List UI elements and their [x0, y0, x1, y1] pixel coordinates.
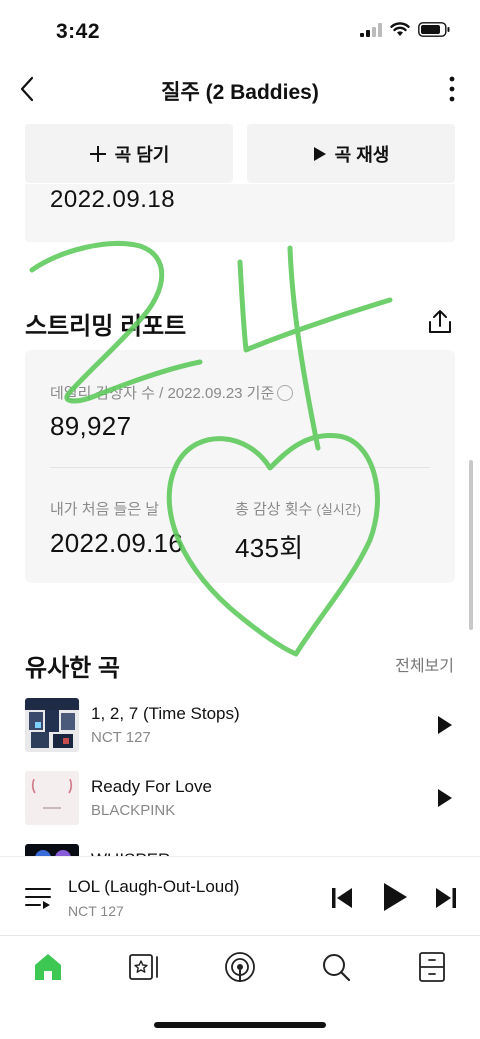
home-indicator	[154, 1022, 326, 1028]
home-icon	[35, 954, 61, 980]
tab-storage[interactable]	[412, 947, 452, 987]
song-artist: BLACKPINK	[91, 802, 176, 819]
tab-search[interactable]	[316, 947, 356, 987]
list-item[interactable]: Ready For Love BLACKPINK	[25, 771, 455, 827]
similar-songs-title: 유사한 곡	[25, 655, 120, 682]
podcast-icon	[225, 952, 255, 982]
status-time: 3:42	[56, 20, 101, 43]
tab-home[interactable]	[28, 947, 68, 987]
action-bar: 곡 담기 곡 재생	[25, 124, 455, 184]
song-title: Ready For Love	[91, 777, 212, 796]
now-playing-title: LOL (Laugh-Out-Loud)	[68, 877, 240, 896]
streaming-report-card: 데일리 감상자 수 / 2022.09.23 기준 89,927 내가 처음 들…	[25, 350, 455, 583]
total-plays-label: 총 감상 횟수 (실시간)	[235, 498, 361, 519]
play-icon[interactable]	[435, 787, 455, 809]
play-icon	[313, 146, 326, 161]
song-artist: NCT 127	[91, 729, 151, 746]
previous-icon[interactable]	[330, 885, 354, 911]
library-icon	[129, 954, 158, 980]
daily-listeners-label: 데일리 감상자 수 / 2022.09.23 기준	[50, 382, 294, 403]
wifi-icon	[390, 22, 410, 36]
info-icon[interactable]	[277, 385, 294, 401]
tab-library[interactable]	[124, 947, 164, 987]
daily-listeners-label-text: 데일리 감상자 수 / 2022.09.23 기준	[50, 385, 275, 402]
mini-player[interactable]: LOL (Laugh-Out-Loud) NCT 127	[0, 856, 480, 936]
first-listen-value: 2022.09.16	[50, 528, 184, 558]
album-art	[25, 698, 79, 752]
realtime-tag: (실시간)	[316, 502, 362, 517]
first-listen-label: 내가 처음 들은 날	[50, 501, 160, 518]
streaming-report-title: 스트리밍 리포트	[25, 313, 187, 340]
total-plays-value: 435회	[235, 533, 304, 563]
tab-bar	[0, 937, 480, 997]
play-song-button[interactable]: 곡 재생	[247, 124, 455, 183]
album-art	[25, 771, 79, 825]
now-playing-artist: NCT 127	[68, 903, 124, 919]
page-title: 질주 (2 Baddies)	[161, 81, 319, 104]
divider	[50, 467, 430, 468]
tab-podcast[interactable]	[220, 947, 260, 987]
share-icon[interactable]	[426, 308, 454, 336]
status-bar: 3:42	[0, 0, 480, 60]
list-item[interactable]: 1, 2, 7 (Time Stops) NCT 127	[25, 698, 455, 754]
nav-bar: 질주 (2 Baddies)	[0, 64, 480, 114]
release-date: 2022.09.18	[50, 186, 176, 213]
status-icons	[360, 22, 450, 37]
see-all-link[interactable]: 전체보기	[395, 652, 454, 676]
add-song-label: 곡 담기	[114, 144, 170, 165]
more-icon[interactable]	[442, 74, 462, 104]
signal-icon	[360, 22, 382, 37]
daily-listeners-value: 89,927	[50, 411, 132, 441]
play-song-label: 곡 재생	[334, 144, 390, 165]
battery-icon	[418, 22, 450, 37]
play-icon[interactable]	[381, 881, 409, 913]
play-icon[interactable]	[435, 714, 455, 736]
add-song-button[interactable]: 곡 담기	[25, 124, 233, 183]
song-title: 1, 2, 7 (Time Stops)	[91, 704, 240, 723]
storage-icon	[419, 952, 445, 982]
search-icon	[323, 954, 351, 982]
scrollbar[interactable]	[469, 460, 473, 630]
next-icon[interactable]	[434, 885, 458, 911]
total-plays-label-text: 총 감상 횟수	[235, 501, 313, 518]
plus-icon	[89, 145, 106, 162]
playlist-icon[interactable]	[24, 885, 52, 911]
